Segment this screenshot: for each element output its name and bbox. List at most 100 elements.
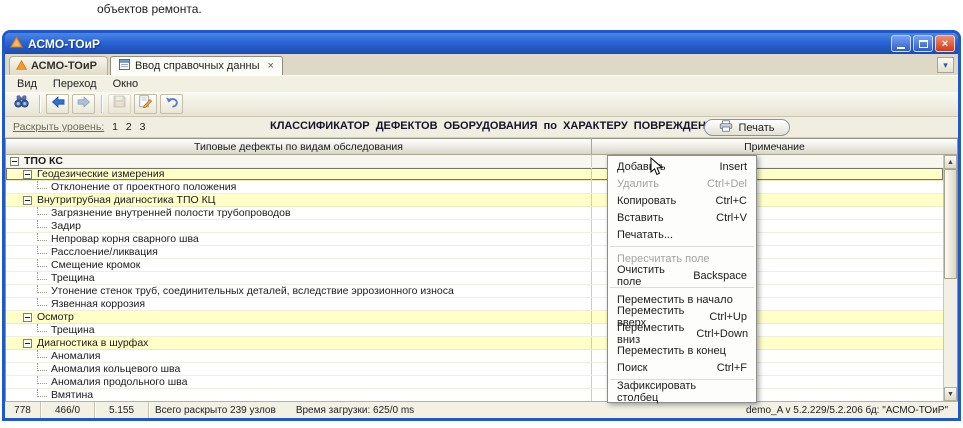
table-row[interactable]: Непровар корня сварного шва: [6, 233, 943, 246]
tab-home[interactable]: АСМО-ТОиР: [9, 56, 108, 75]
menu-item-okno[interactable]: Окно: [105, 77, 147, 91]
collapse-minus-icon[interactable]: [23, 339, 32, 348]
row-label: Загрязнение внутренней полости трубопров…: [51, 207, 291, 219]
collapse-minus-icon[interactable]: [23, 170, 32, 179]
background-text: объектов ремонта.: [97, 2, 202, 16]
menu-item[interactable]: Переместить в конец: [608, 342, 756, 359]
forward-button[interactable]: [72, 94, 95, 114]
search-button[interactable]: [10, 94, 33, 114]
tree-line: [37, 324, 47, 332]
menu-item[interactable]: КопироватьCtrl+C: [608, 192, 756, 209]
tree-line: [37, 298, 47, 306]
menu-item-label: Переместить вниз: [617, 322, 684, 346]
back-button[interactable]: [46, 94, 69, 114]
table-row[interactable]: ТПО КС: [6, 155, 943, 168]
menu-item[interactable]: Очистить полеBackspace: [608, 267, 756, 284]
table-row[interactable]: Отклонение от проектного положения: [6, 181, 943, 194]
scroll-up-button[interactable]: [944, 155, 957, 169]
minimize-button[interactable]: [891, 35, 911, 52]
grid-column-headers: Типовые дефекты по видам обследования Пр…: [6, 139, 957, 155]
undo-button[interactable]: [160, 94, 183, 114]
maximize-button[interactable]: [913, 35, 933, 52]
tree-line: [37, 272, 47, 280]
table-row[interactable]: Внутритрубная диагностика ТПО КЦ: [6, 194, 943, 207]
expand-level-1[interactable]: 1: [112, 121, 118, 133]
row-label: Аномалия: [51, 350, 100, 362]
menu-item[interactable]: ДобавитьInsert: [608, 158, 756, 175]
menu-item-shortcut: Backspace: [693, 270, 747, 282]
menu-item[interactable]: Печатать...: [608, 226, 756, 243]
table-row[interactable]: Трещина: [6, 324, 943, 337]
tab-close-icon[interactable]: [268, 60, 274, 72]
column-header-note[interactable]: Примечание: [592, 139, 957, 154]
window-controls: [889, 35, 955, 52]
menu-item-perehod[interactable]: Переход: [45, 77, 105, 91]
menu-item-shortcut: Ctrl+V: [716, 212, 747, 224]
printer-icon: [719, 120, 733, 135]
menu-item-shortcut: Ctrl+F: [717, 362, 747, 374]
edit-button[interactable]: [134, 94, 157, 114]
table-row[interactable]: Трещина: [6, 272, 943, 285]
mouse-cursor: [650, 157, 663, 176]
menu-item[interactable]: Переместить внизCtrl+Down: [608, 325, 756, 342]
table-row[interactable]: Диагностика в шурфах: [6, 337, 943, 350]
window-titlebar[interactable]: АСМО-ТОиР: [5, 33, 958, 54]
menu-item-label: Удалить: [617, 178, 659, 190]
table-row[interactable]: Расслоение/ликвация: [6, 246, 943, 259]
menu-item-label: Поиск: [617, 362, 647, 374]
app-logo-icon: [16, 60, 27, 73]
collapse-minus-icon[interactable]: [10, 157, 19, 166]
tree-line: [37, 220, 47, 228]
menu-item-shortcut: Ctrl+Del: [707, 178, 747, 190]
expand-level-2[interactable]: 2: [126, 121, 132, 133]
save-button: [108, 94, 131, 114]
menu-item: Удалить Ctrl+Del: [608, 175, 756, 192]
row-label: Осмотр: [37, 311, 74, 323]
row-label: Аномалия кольцевого шва: [51, 363, 180, 375]
app-window: АСМО-ТОиР АСМО-ТОиР Ввод справочных данн…: [2, 30, 961, 421]
classifier-title: КЛАССИФИКАТОР ДЕФЕКТОВ ОБОРУДОВАНИЯ по Х…: [270, 120, 722, 132]
menu-item-label: Зафиксировать столбец: [617, 380, 735, 404]
collapse-minus-icon[interactable]: [23, 196, 32, 205]
expand-level-3[interactable]: 3: [140, 121, 146, 133]
table-row[interactable]: Загрязнение внутренней полости трубопров…: [6, 207, 943, 220]
row-label: Трещина: [51, 324, 95, 336]
toolbar: [5, 92, 958, 117]
table-row[interactable]: Язвенная коррозия: [6, 298, 943, 311]
scroll-down-button[interactable]: [944, 387, 957, 401]
table-row[interactable]: Аномалия продольного шва: [6, 376, 943, 389]
close-button[interactable]: [935, 35, 955, 52]
tree-line: [37, 246, 47, 254]
table-row[interactable]: Смещение кромок: [6, 259, 943, 272]
table-row[interactable]: Аномалия кольцевого шва: [6, 363, 943, 376]
table-row[interactable]: Задир: [6, 220, 943, 233]
menu-item[interactable]: Поиск Ctrl+F: [608, 359, 756, 376]
menu-item-shortcut: Ctrl+Down: [696, 328, 748, 340]
scrollbar-track[interactable]: [944, 279, 957, 387]
row-label: Геодезические измерения: [37, 168, 164, 180]
tab-home-label: АСМО-ТОиР: [31, 60, 97, 72]
menu-bar: Вид Переход Окно: [5, 75, 958, 92]
collapse-minus-icon[interactable]: [23, 313, 32, 322]
tree-line: [37, 207, 47, 215]
tab-active[interactable]: Ввод справочных данны: [110, 56, 283, 75]
table-row[interactable]: Утонение стенок труб, соединительных дет…: [6, 285, 943, 298]
menu-item-vid[interactable]: Вид: [9, 77, 45, 91]
menu-item[interactable]: ВставитьCtrl+V: [608, 209, 756, 226]
scrollbar-thumb[interactable]: [944, 169, 957, 279]
column-header-defects[interactable]: Типовые дефекты по видам обследования: [6, 139, 592, 154]
table-row[interactable]: Осмотр: [6, 311, 943, 324]
tree-line: [37, 259, 47, 267]
tree-line: [37, 233, 47, 241]
forward-arrow-icon: [77, 95, 91, 113]
menu-item[interactable]: Зафиксировать столбец: [608, 383, 756, 400]
vertical-scrollbar[interactable]: [943, 155, 957, 401]
table-row[interactable]: Геодезические измерения: [6, 168, 943, 181]
print-button-label: Печать: [738, 122, 774, 134]
print-button[interactable]: Печать: [704, 119, 790, 136]
tab-list-dropdown[interactable]: [937, 57, 954, 73]
table-row[interactable]: Вмятина: [6, 389, 943, 401]
table-row[interactable]: Аномалия: [6, 350, 943, 363]
status-cell-time: 5.155: [95, 402, 149, 418]
status-cell-count: 778: [5, 402, 41, 418]
